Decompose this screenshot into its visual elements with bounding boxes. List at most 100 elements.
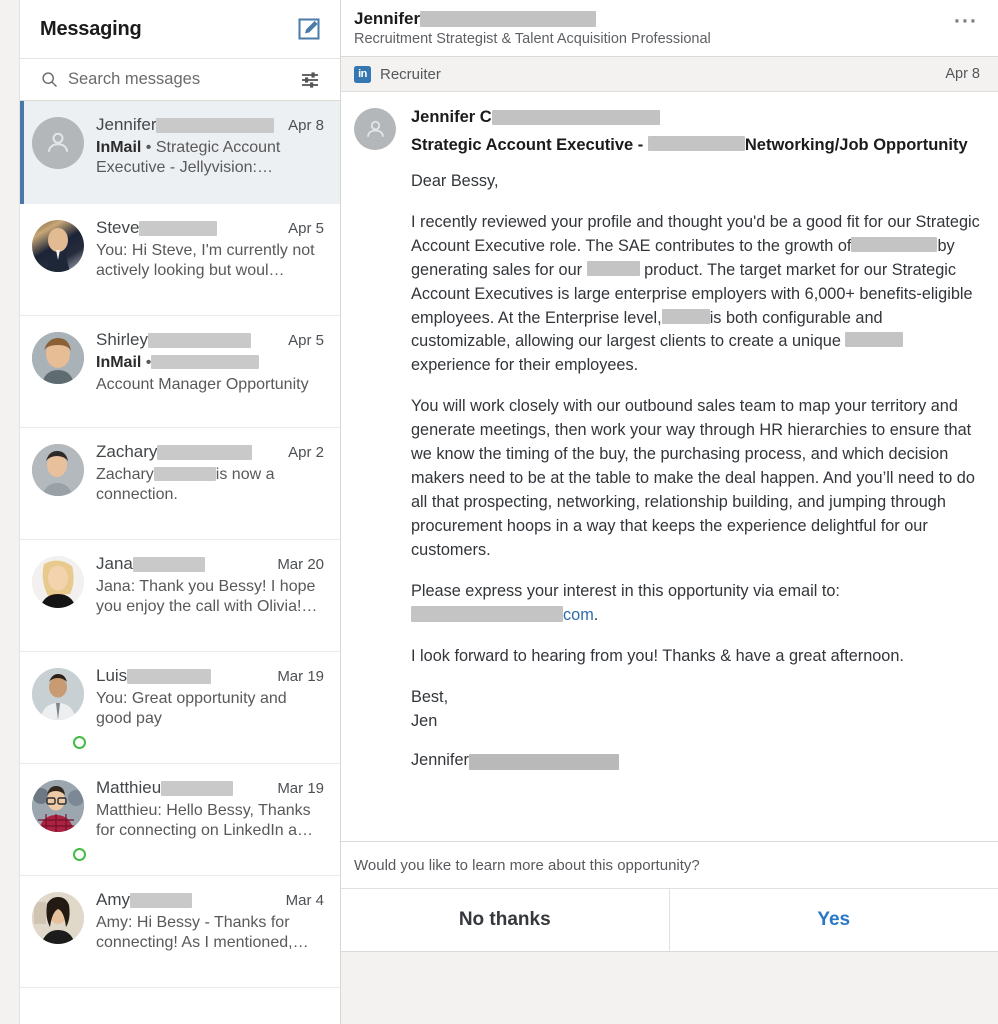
inmail-badge: InMail (96, 354, 142, 371)
conversation-body: Shirley Apr 5 InMail • Account Manager O… (96, 330, 328, 413)
no-thanks-button[interactable]: No thanks (341, 889, 670, 952)
conversation-item-steve[interactable]: Steve Apr 5 You: Hi Steve, I'm currently… (20, 204, 340, 316)
conversation-name: Amy (96, 890, 192, 910)
thread-header-text: Jennifer Recruitment Strategist & Talent… (354, 9, 711, 47)
conversation-top-line: Jana Mar 20 (96, 554, 324, 574)
conversation-name: Zachary (96, 442, 253, 462)
compose-message-button[interactable] (296, 16, 322, 42)
panel-bottom-spacer (341, 952, 998, 1024)
conversation-top-line: Shirley Apr 5 (96, 330, 324, 350)
conversation-top-line: Jennifer Apr 8 (96, 115, 324, 135)
message-sender-name: Jennifer C (411, 108, 980, 127)
message-paragraph-4: I look forward to hearing from you! Than… (411, 646, 904, 665)
avatar-column (20, 330, 96, 413)
snippet-pre: Zachary (96, 466, 154, 483)
message-date: Apr 8 (945, 66, 980, 82)
avatar-column (20, 115, 96, 190)
conversation-item-matthieu[interactable]: Matthieu Mar 19 Matthieu: Hello Bessy, T… (20, 764, 340, 876)
compose-pencil-icon (298, 18, 320, 40)
message-paragraph-1: I recently reviewed your profile and tho… (411, 212, 980, 375)
message-greeting: Dear Bessy, (411, 171, 499, 190)
message-thread-panel: Jennifer Recruitment Strategist & Talent… (341, 0, 998, 1024)
conversation-item-jana[interactable]: Jana Mar 20 Jana: Thank you Bessy! I hop… (20, 540, 340, 652)
conversation-item-shirley[interactable]: Shirley Apr 5 InMail • Account Manager O… (20, 316, 340, 428)
conversation-item-jennifer[interactable]: Jennifer Apr 8 InMail • Strategic Accoun… (20, 101, 340, 204)
conversation-snippet: Matthieu: Hello Bessy, Thanks for connec… (96, 802, 314, 840)
avatar-column (20, 890, 96, 973)
conversation-item-amy[interactable]: Amy Mar 4 Amy: Hi Bessy - Thanks for con… (20, 876, 340, 988)
avatar (32, 444, 84, 496)
conversation-snippet: You: Hi Steve, I'm currently not activel… (96, 242, 315, 280)
avatar (32, 220, 84, 272)
conversation-body: Jana Mar 20 Jana: Thank you Bessy! I hop… (96, 554, 328, 637)
conversation-body: Matthieu Mar 19 Matthieu: Hello Bessy, T… (96, 778, 328, 861)
message-paragraph-2: You will work closely with our outbound … (411, 397, 975, 560)
reply-prompt-text: Would you like to learn more about this … (341, 841, 998, 889)
conversation-item-luis[interactable]: Luis Mar 19 You: Great opportunity and g… (20, 652, 340, 764)
linkedin-logo-icon: in (354, 65, 371, 83)
page-title: Messaging (40, 17, 142, 40)
conversation-body: Steve Apr 5 You: Hi Steve, I'm currently… (96, 218, 328, 301)
message-content[interactable]: Jennifer C Strategic Account Executive -… (341, 92, 998, 842)
avatar-column (20, 218, 96, 301)
conversation-top-line: Steve Apr 5 (96, 218, 324, 238)
thread-header: Jennifer Recruitment Strategist & Talent… (341, 0, 998, 57)
search-bar[interactable] (20, 59, 340, 101)
source-left-group: in Recruiter (354, 65, 441, 83)
conversation-name: Jana (96, 554, 205, 574)
conversation-date: Apr 5 (288, 332, 324, 349)
conversation-subject: Account Manager Opportunity (96, 376, 309, 394)
message-body: Dear Bessy, I recently reviewed your pro… (354, 170, 980, 770)
conversation-date: Mar 20 (277, 556, 324, 573)
message-paragraph-3: Please express your interest in this opp… (411, 582, 840, 625)
linkedin-messaging-app: Messaging Search messages Jennifer Apr 8… (0, 0, 998, 1024)
thread-participant-name: Jennifer (354, 9, 711, 29)
thread-overflow-menu-button[interactable]: ··· (952, 9, 980, 35)
conversation-list[interactable]: Jennifer Apr 8 InMail • Strategic Accoun… (20, 101, 340, 1024)
search-icon (40, 71, 58, 89)
conversation-snippet: Amy: Hi Bessy - Thanks for connecting! A… (96, 914, 309, 952)
inmail-badge: InMail (96, 139, 142, 156)
conversation-date: Mar 19 (277, 780, 324, 797)
conversation-top-line: Zachary Apr 2 (96, 442, 324, 462)
avatar (32, 892, 84, 944)
conversation-snippet: InMail • (96, 353, 324, 373)
reply-actions: No thanks Yes (341, 888, 998, 953)
yes-button[interactable]: Yes (669, 889, 998, 952)
filter-sliders-icon[interactable] (298, 68, 322, 92)
avatar (32, 332, 84, 384)
avatar-column (20, 554, 96, 637)
thread-participant-headline: Recruitment Strategist & Talent Acquisit… (354, 31, 711, 47)
conversation-body: Amy Mar 4 Amy: Hi Bessy - Thanks for con… (96, 890, 328, 973)
avatar-column (20, 442, 96, 525)
conversation-item-partial[interactable] (20, 988, 340, 1024)
conversation-top-line: Amy Mar 4 (96, 890, 324, 910)
message-header: Jennifer C Strategic Account Executive -… (354, 108, 980, 157)
conversation-name: Luis (96, 666, 212, 686)
conversation-body: Jennifer Apr 8 InMail • Strategic Accoun… (96, 115, 328, 190)
email-link[interactable]: com (563, 606, 594, 624)
conversation-name: Steve (96, 218, 218, 238)
conversation-name: Shirley (96, 330, 251, 350)
avatar (32, 668, 84, 720)
online-presence-indicator (73, 736, 86, 749)
conversation-body: Zachary Apr 2 Zachary is now a connectio… (96, 442, 328, 525)
avatar (32, 117, 84, 169)
sidebar-header: Messaging (20, 0, 340, 59)
conversation-snippet: Zachary is now a connection. (96, 465, 324, 506)
message-signoff: Best, Jen (411, 687, 449, 730)
search-input[interactable] (68, 70, 288, 89)
conversation-top-line: Matthieu Mar 19 (96, 778, 324, 798)
conversation-item-zachary[interactable]: Zachary Apr 2 Zachary is now a connectio… (20, 428, 340, 540)
conversation-date: Apr 2 (288, 444, 324, 461)
avatar (32, 556, 84, 608)
conversation-top-line: Luis Mar 19 (96, 666, 324, 686)
message-header-text: Jennifer C Strategic Account Executive -… (411, 108, 980, 157)
messaging-sidebar: Messaging Search messages Jennifer Apr 8… (19, 0, 341, 1024)
conversation-name: Jennifer (96, 115, 275, 135)
message-source-bar: in Recruiter Apr 8 (341, 57, 998, 92)
message-subject: Strategic Account Executive - Networking… (411, 136, 968, 154)
conversation-date: Apr 5 (288, 220, 324, 237)
source-label: Recruiter (380, 65, 441, 83)
conversation-body: Luis Mar 19 You: Great opportunity and g… (96, 666, 328, 749)
